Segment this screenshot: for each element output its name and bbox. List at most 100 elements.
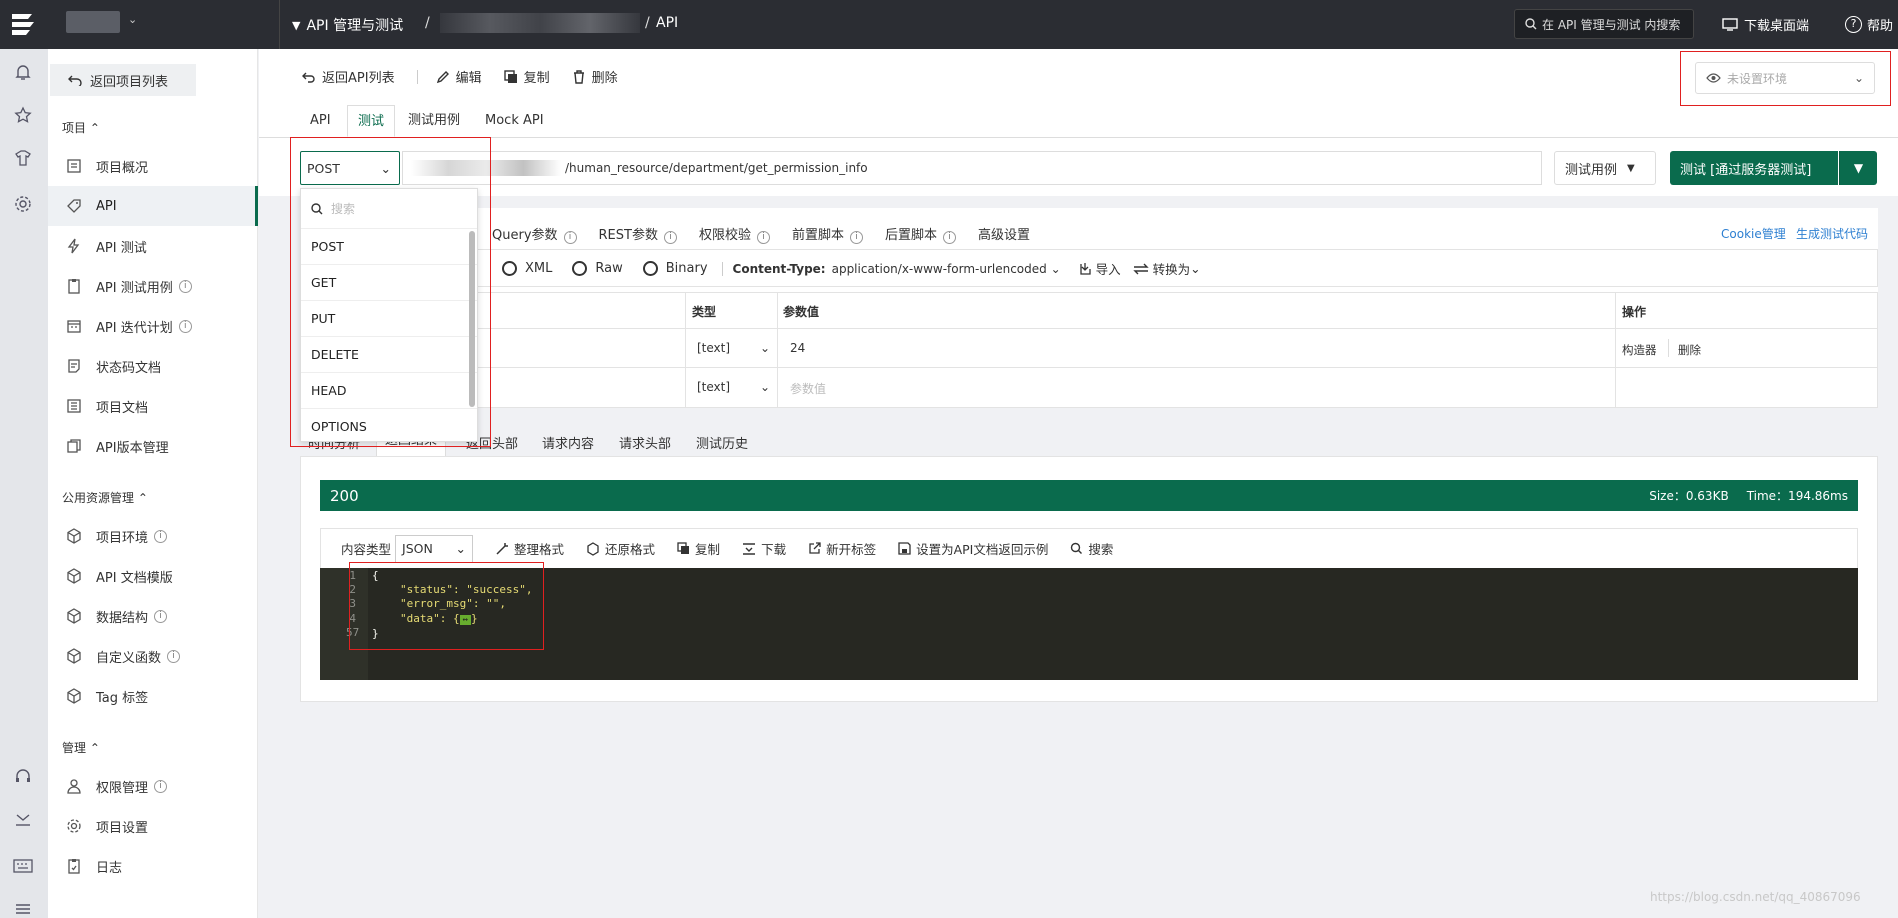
shirt-icon[interactable]	[14, 149, 32, 167]
tab-query-params[interactable]: Query参数 i	[492, 224, 577, 244]
tab-request-body[interactable]: 请求内容	[542, 433, 594, 452]
info-icon[interactable]: i	[154, 529, 168, 543]
tab-test-history[interactable]: 测试历史	[696, 433, 748, 452]
delete-button[interactable]: 删除	[572, 67, 618, 86]
convert-button[interactable]: 转换为 ⌄	[1132, 259, 1201, 278]
sidebar-item-permission[interactable]: 权限管理 i	[48, 766, 258, 806]
edit-button[interactable]: 编辑	[436, 67, 482, 86]
info-icon[interactable]: i	[943, 231, 957, 244]
breadcrumb-current[interactable]: API	[656, 15, 678, 31]
tab-pre-script[interactable]: 前置脚本 i	[792, 224, 863, 244]
param-type-select[interactable]: [text] ⌄	[697, 380, 770, 394]
info-icon[interactable]: i	[850, 231, 863, 244]
highlight-response	[349, 562, 544, 650]
caret-down-icon: ▼	[1627, 162, 1635, 174]
info-icon[interactable]: i	[167, 649, 181, 663]
sidebar-section-project[interactable]: 项目 ⌃	[62, 119, 100, 136]
info-icon[interactable]: i	[663, 231, 677, 244]
code-editor[interactable]	[320, 568, 1858, 680]
sidebar-item-api-test[interactable]: API 测试	[48, 226, 258, 266]
sidebar-item-api-version[interactable]: API版本管理	[48, 426, 258, 466]
sidebar-item-api-doc-template[interactable]: API 文档模版	[48, 556, 258, 596]
sidebar-section-common[interactable]: 公用资源管理 ⌃	[62, 489, 148, 506]
url-input[interactable]: /human_resource/department/get_permissio…	[402, 151, 1542, 185]
sidebar-item-custom-function[interactable]: 自定义函数 i	[48, 636, 258, 676]
send-options-caret[interactable]: ▼	[1839, 151, 1877, 185]
tab-test-case[interactable]: 测试用例	[398, 105, 470, 137]
param-value-input[interactable]: 24	[790, 341, 805, 355]
project-avatar[interactable]	[66, 11, 120, 33]
copy-button[interactable]: 复制	[503, 67, 550, 86]
format-button[interactable]: 整理格式	[495, 539, 564, 558]
response-toolbar: 内容类型 JSON ⌄ 整理格式 还原格式 复制 下载 新开标签 设置为API文档…	[320, 528, 1858, 568]
headset-icon[interactable]	[14, 767, 32, 785]
calendar-icon	[66, 318, 82, 334]
radio-raw[interactable]	[572, 261, 588, 276]
sidebar-item-api-iteration[interactable]: API 迭代计划 i	[48, 306, 258, 346]
restore-format-button[interactable]: 还原格式	[586, 539, 655, 558]
sidebar-item-project-env[interactable]: 项目环境 i	[48, 516, 258, 556]
menu-icon[interactable]	[14, 902, 32, 916]
tab-request-headers[interactable]: 请求头部	[619, 433, 671, 452]
breadcrumb-redacted	[440, 13, 640, 33]
builder-link[interactable]: 构造器	[1622, 342, 1657, 358]
tab-mock-api[interactable]: Mock API	[475, 105, 554, 137]
param-value-input[interactable]: 参数值	[790, 380, 826, 397]
download-desktop-button[interactable]: 下载桌面端	[1722, 15, 1809, 34]
radio-xml[interactable]	[502, 261, 517, 276]
download-button[interactable]: 下载	[742, 539, 786, 558]
column-header-actions: 操作	[1622, 305, 1647, 319]
collapse-down-icon[interactable]	[14, 813, 32, 827]
keyboard-icon[interactable]	[13, 859, 33, 873]
tab-api[interactable]: API	[300, 105, 341, 137]
chevron-down-icon[interactable]: ⌄	[128, 13, 137, 26]
info-icon[interactable]: i	[756, 231, 770, 244]
back-to-projects-button[interactable]: 返回项目列表	[50, 64, 196, 96]
info-icon[interactable]: i	[154, 609, 168, 623]
sidebar-item-status-code-doc[interactable]: 状态码文档	[48, 346, 258, 386]
sidebar-item-api-test-case[interactable]: API 测试用例 i	[48, 266, 258, 306]
help-button[interactable]: ? 帮助	[1845, 15, 1893, 34]
search-response-button[interactable]: 搜索	[1070, 539, 1113, 558]
sidebar-item-log[interactable]: 日志	[48, 846, 258, 886]
app-logo-icon[interactable]	[8, 10, 38, 38]
tab-advanced[interactable]: 高级设置	[978, 224, 1030, 244]
delete-param-link[interactable]: 删除	[1678, 342, 1701, 358]
info-icon[interactable]: i	[563, 231, 577, 244]
tab-post-script[interactable]: 后置脚本 i	[885, 224, 957, 244]
open-new-tab-button[interactable]: 新开标签	[808, 539, 876, 558]
back-to-api-list-button[interactable]: 返回API列表	[302, 67, 395, 86]
sidebar-item-project-settings[interactable]: 项目设置	[48, 806, 258, 846]
cube-icon	[66, 608, 82, 624]
tab-auth[interactable]: 权限校验 i	[699, 224, 770, 244]
tab-rest-params[interactable]: REST参数 i	[599, 224, 677, 244]
content-type-select[interactable]: application/x-www-form-urlencoded ⌄	[832, 262, 1061, 276]
tab-test[interactable]: 测试	[347, 105, 396, 137]
sidebar-item-project-doc[interactable]: 项目文档	[48, 386, 258, 426]
cookie-manage-link[interactable]: Cookie管理	[1721, 225, 1786, 242]
settings-gear-icon[interactable]	[14, 195, 32, 213]
radio-binary[interactable]	[642, 261, 658, 276]
star-icon[interactable]	[14, 106, 32, 124]
info-icon[interactable]: i	[154, 779, 168, 793]
sidebar-section-manage[interactable]: 管理 ⌃	[62, 739, 100, 756]
info-icon[interactable]: i	[178, 279, 192, 293]
sidebar-item-overview[interactable]: 项目概况	[48, 146, 258, 186]
sidebar-item-tag[interactable]: Tag 标签	[48, 676, 258, 716]
copy-response-button[interactable]: 复制	[677, 539, 720, 558]
bell-icon[interactable]	[14, 63, 32, 81]
set-as-example-button[interactable]: 设置为API文档返回示例	[898, 539, 1048, 558]
send-test-button[interactable]: 测试 [通过服务器测试]	[1670, 151, 1838, 185]
info-icon[interactable]: i	[178, 319, 192, 333]
import-button[interactable]: 导入	[1079, 259, 1121, 278]
test-case-dropdown[interactable]: 测试用例 ▼	[1554, 151, 1656, 185]
search-box[interactable]: 在 API 管理与测试 内搜索	[1514, 9, 1694, 39]
module-switch[interactable]: ▼ API 管理与测试	[292, 15, 403, 35]
param-type-select[interactable]: [text] ⌄	[697, 341, 770, 355]
sidebar-item-api[interactable]: API	[48, 186, 258, 226]
cube-icon	[66, 648, 82, 664]
sidebar-item-data-structure[interactable]: 数据结构 i	[48, 596, 258, 636]
generate-code-link[interactable]: 生成测试代码	[1796, 225, 1868, 242]
sidebar: 返回项目列表 项目 ⌃ 项目概况 API API 测试 API 测试用例 i AP…	[48, 49, 258, 918]
content-type-select[interactable]: JSON ⌄	[395, 534, 474, 563]
